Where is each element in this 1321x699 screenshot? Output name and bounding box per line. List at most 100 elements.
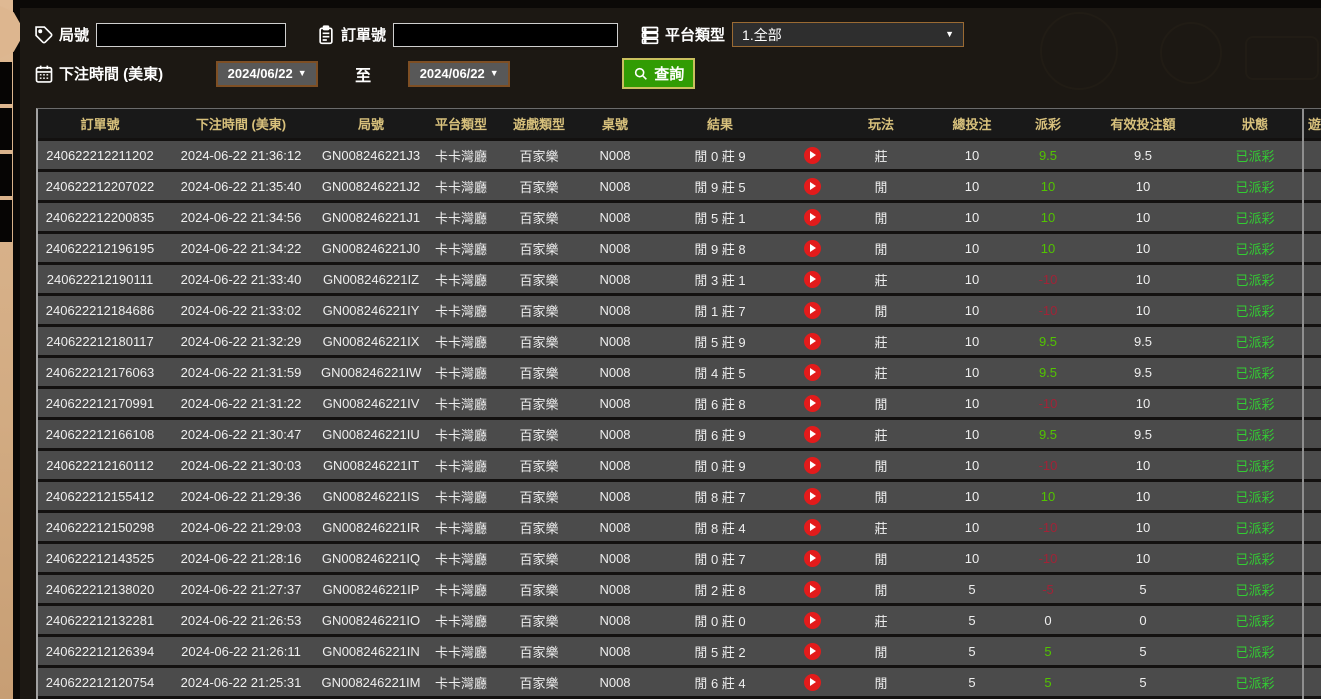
column-divider bbox=[1302, 109, 1304, 699]
play-video-button[interactable] bbox=[803, 208, 821, 226]
play-video-button[interactable] bbox=[803, 270, 821, 288]
play-video-button[interactable] bbox=[803, 549, 821, 567]
game-no-cell: GN008246221IR bbox=[320, 513, 422, 541]
status-cell: 已派彩 bbox=[1208, 327, 1302, 355]
total-bet-cell: 10 bbox=[926, 203, 1018, 231]
play-video-button[interactable] bbox=[803, 363, 821, 381]
collapsed-sidebar[interactable] bbox=[0, 0, 25, 699]
list-icon bbox=[640, 25, 660, 45]
play-video-button[interactable] bbox=[803, 239, 821, 257]
game-no-label: 局號 bbox=[59, 27, 90, 44]
play-video-button[interactable] bbox=[803, 394, 821, 412]
game-type-cell: 百家樂 bbox=[500, 544, 578, 572]
total-bet-cell: 10 bbox=[926, 451, 1018, 479]
status-cell: 已派彩 bbox=[1208, 265, 1302, 293]
status-cell: 已派彩 bbox=[1208, 389, 1302, 417]
play-video-button[interactable] bbox=[803, 611, 821, 629]
play-video-button[interactable] bbox=[803, 332, 821, 350]
game-extra-cell bbox=[1302, 575, 1321, 603]
game-no-cell: GN008246221IO bbox=[320, 606, 422, 634]
play-video-button[interactable] bbox=[803, 146, 821, 164]
table-no-cell: N008 bbox=[578, 296, 652, 324]
header-order-no: 訂單號 bbox=[38, 109, 162, 138]
result-cell: 閒 0 莊 7 bbox=[652, 544, 788, 572]
play-video-button[interactable] bbox=[803, 580, 821, 598]
total-bet-cell: 10 bbox=[926, 172, 1018, 200]
status-cell: 已派彩 bbox=[1208, 544, 1302, 572]
header-game-type: 遊戲類型 bbox=[500, 109, 578, 138]
table-no-cell: N008 bbox=[578, 575, 652, 603]
game-type-cell: 百家樂 bbox=[500, 296, 578, 324]
bet-side-cell: 莊 bbox=[836, 513, 926, 541]
valid-bet-cell: 9.5 bbox=[1078, 358, 1208, 386]
platform-cell: 卡卡灣廳 bbox=[422, 203, 500, 231]
play-video-button[interactable] bbox=[803, 425, 821, 443]
order-no-cell: 240622212126394 bbox=[38, 637, 162, 665]
valid-bet-cell: 10 bbox=[1078, 544, 1208, 572]
header-game-no: 局號 bbox=[320, 109, 422, 138]
play-icon bbox=[810, 399, 816, 408]
query-button[interactable]: 查詢 bbox=[622, 58, 696, 89]
game-type-cell: 百家樂 bbox=[500, 513, 578, 541]
play-icon bbox=[810, 616, 816, 625]
play-video-button[interactable] bbox=[803, 673, 821, 691]
status-cell: 已派彩 bbox=[1208, 234, 1302, 262]
order-no-input[interactable] bbox=[393, 22, 619, 47]
payout-cell: 5 bbox=[1018, 668, 1078, 696]
bet-side-cell: 閒 bbox=[836, 544, 926, 572]
date-to-select[interactable]: 2024/06/22 ▼ bbox=[408, 60, 511, 87]
payout-cell: 0 bbox=[1018, 606, 1078, 634]
result-cell: 閒 1 莊 7 bbox=[652, 296, 788, 324]
video-cell bbox=[788, 265, 836, 293]
bet-time-cell: 2024-06-22 21:32:29 bbox=[162, 327, 320, 355]
game-type-cell: 百家樂 bbox=[500, 358, 578, 386]
play-video-button[interactable] bbox=[803, 642, 821, 660]
sidebar-hidden-item bbox=[0, 200, 12, 242]
game-type-cell: 百家樂 bbox=[500, 451, 578, 479]
valid-bet-cell: 5 bbox=[1078, 575, 1208, 603]
platform-type-select[interactable]: 1.全部 ▼ bbox=[732, 22, 965, 47]
status-cell: 已派彩 bbox=[1208, 482, 1302, 510]
result-cell: 閒 6 莊 8 bbox=[652, 389, 788, 417]
game-type-cell: 百家樂 bbox=[500, 668, 578, 696]
play-video-button[interactable] bbox=[803, 518, 821, 536]
bet-side-cell: 閒 bbox=[836, 668, 926, 696]
game-type-cell: 百家樂 bbox=[500, 637, 578, 665]
result-cell: 閒 5 莊 1 bbox=[652, 203, 788, 231]
total-bet-cell: 10 bbox=[926, 513, 1018, 541]
play-video-button[interactable] bbox=[803, 456, 821, 474]
valid-bet-cell: 9.5 bbox=[1078, 420, 1208, 448]
order-no-cell: 240622212138020 bbox=[38, 575, 162, 603]
payout-cell: -10 bbox=[1018, 389, 1078, 417]
payout-cell: 10 bbox=[1018, 234, 1078, 262]
platform-cell: 卡卡灣廳 bbox=[422, 606, 500, 634]
bet-time-cell: 2024-06-22 21:31:22 bbox=[162, 389, 320, 417]
total-bet-cell: 5 bbox=[926, 606, 1018, 634]
valid-bet-cell: 0 bbox=[1078, 606, 1208, 634]
game-type-cell: 百家樂 bbox=[500, 389, 578, 417]
play-video-button[interactable] bbox=[803, 487, 821, 505]
game-no-cell: GN008246221IP bbox=[320, 575, 422, 603]
play-video-button[interactable] bbox=[803, 177, 821, 195]
table-no-cell: N008 bbox=[578, 234, 652, 262]
valid-bet-cell: 10 bbox=[1078, 296, 1208, 324]
video-cell bbox=[788, 389, 836, 417]
game-extra-cell bbox=[1302, 389, 1321, 417]
payout-cell: -10 bbox=[1018, 451, 1078, 479]
play-video-button[interactable] bbox=[803, 301, 821, 319]
video-cell bbox=[788, 575, 836, 603]
platform-cell: 卡卡灣廳 bbox=[422, 420, 500, 448]
status-cell: 已派彩 bbox=[1208, 575, 1302, 603]
game-no-input[interactable] bbox=[96, 22, 287, 47]
date-from-select[interactable]: 2024/06/22 ▼ bbox=[216, 60, 319, 87]
order-no-cell: 240622212155412 bbox=[38, 482, 162, 510]
platform-cell: 卡卡灣廳 bbox=[422, 358, 500, 386]
game-type-cell: 百家樂 bbox=[500, 172, 578, 200]
platform-cell: 卡卡灣廳 bbox=[422, 451, 500, 479]
game-no-cell: GN008246221IY bbox=[320, 296, 422, 324]
bet-side-cell: 閒 bbox=[836, 389, 926, 417]
table-row: 240622212120754 2024-06-22 21:25:31 GN00… bbox=[38, 668, 1321, 696]
valid-bet-cell: 9.5 bbox=[1078, 327, 1208, 355]
table-no-cell: N008 bbox=[578, 389, 652, 417]
order-no-cell: 240622212176063 bbox=[38, 358, 162, 386]
